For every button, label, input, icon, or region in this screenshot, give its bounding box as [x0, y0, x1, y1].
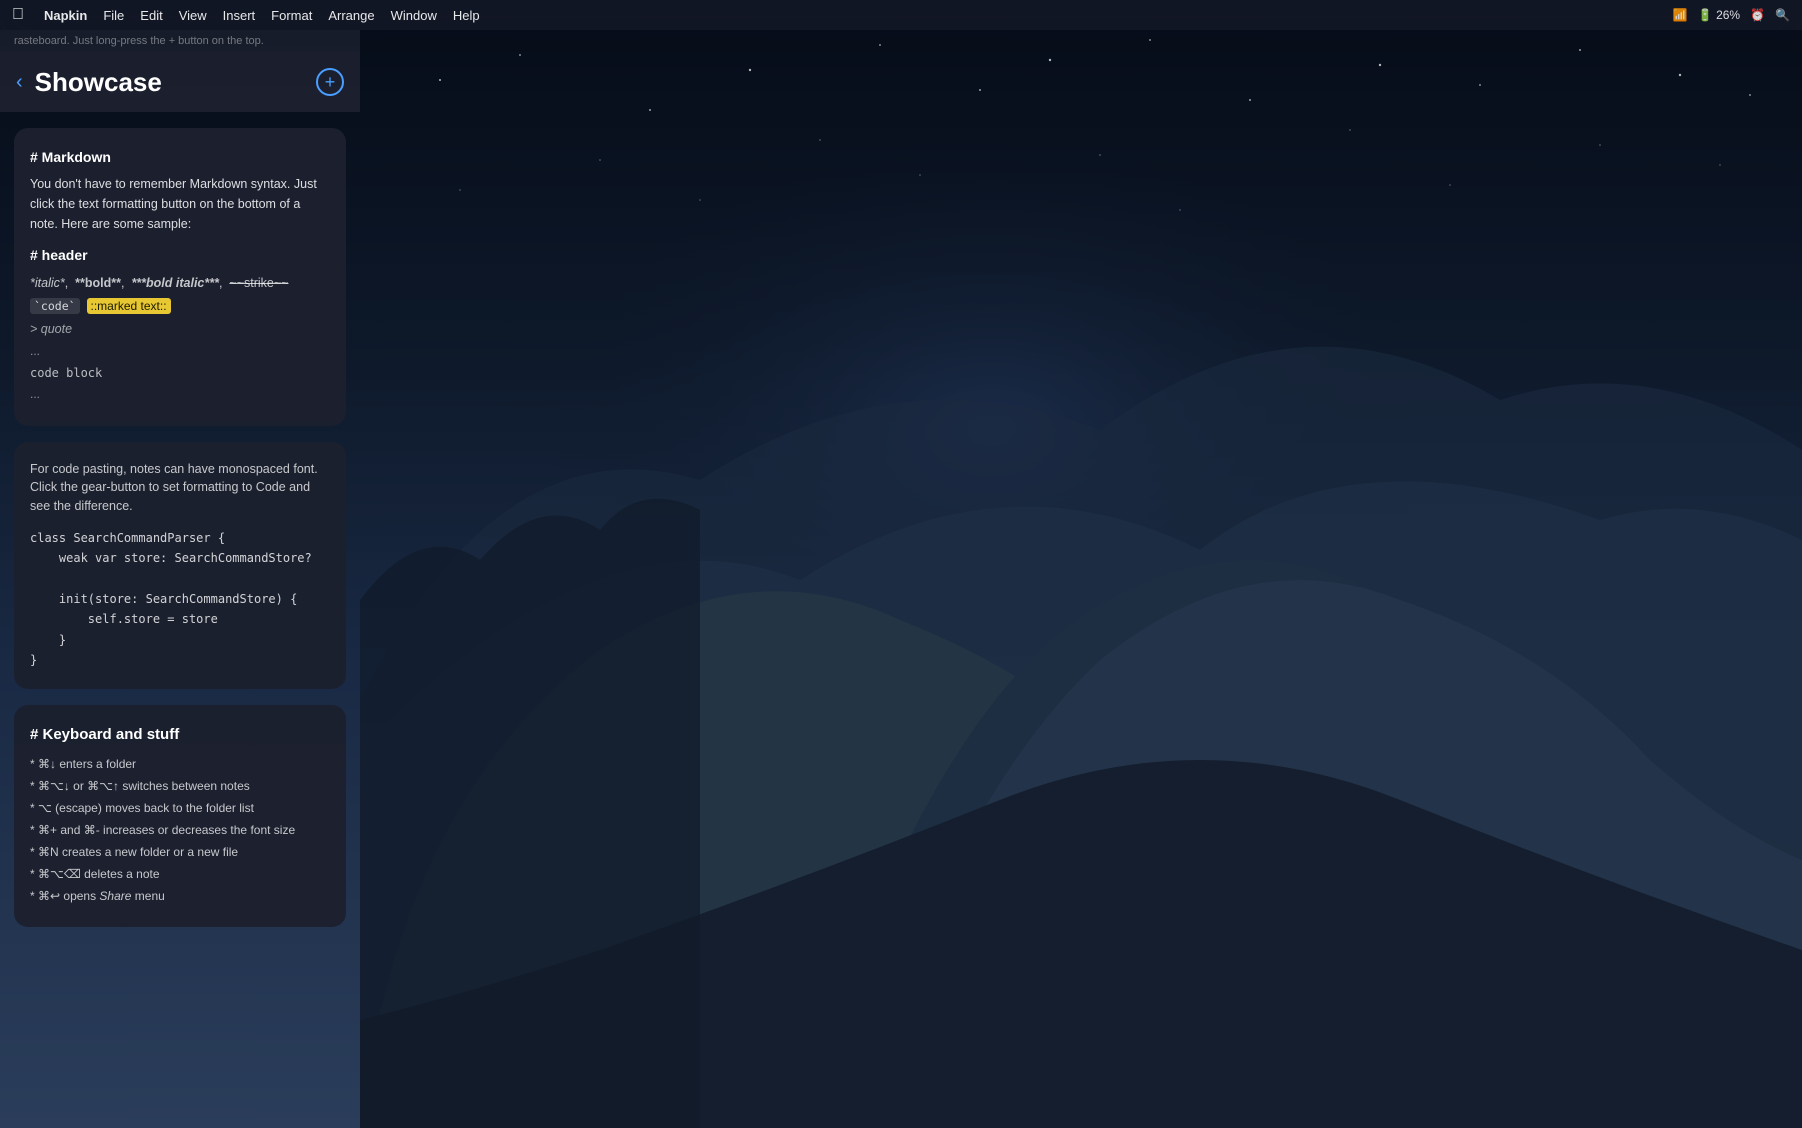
kbd-item-5: * ⌘N creates a new folder or a new file [30, 843, 330, 861]
code-desc: For code pasting, notes can have monospa… [30, 460, 330, 516]
code-line-3 [30, 569, 330, 589]
showcase-title: Showcase [35, 67, 304, 98]
keyboard-heading: # Keyboard and stuff [30, 723, 330, 747]
menubar-right: 📶 🔋 26% ⏰ 🔍 [1673, 8, 1790, 22]
bold-sample: **bold** [75, 276, 121, 290]
kbd-item-4: * ⌘+ and ⌘- increases or decreases the f… [30, 821, 330, 839]
menubar-search[interactable]: 🔍 [1775, 8, 1790, 22]
kbd-item-1: * ⌘↓ enters a folder [30, 755, 330, 773]
code-line-1: class SearchCommandParser { [30, 528, 330, 548]
bold-italic-sample: ***bold italic*** [131, 276, 219, 290]
dots-sample-2: ... [30, 385, 330, 404]
menubar-arrange[interactable]: Arrange [328, 8, 374, 23]
dots-sample-1: ... [30, 342, 330, 361]
code-desc-line2: Click the gear-button to set formatting … [30, 480, 310, 494]
keyboard-note[interactable]: # Keyboard and stuff * ⌘↓ enters a folde… [14, 705, 346, 927]
menubar-insert[interactable]: Insert [223, 8, 256, 23]
code-marked-line: `code` ::marked text:: [30, 296, 330, 316]
menubar-left:  Napkin File Edit View Insert Format Ar… [12, 6, 480, 24]
markdown-section: # header *italic*, **bold**, ***bold ita… [30, 244, 330, 404]
back-button[interactable]: ‹ [16, 71, 23, 94]
menubar:  Napkin File Edit View Insert Format Ar… [0, 0, 1802, 30]
add-button[interactable]: + [316, 68, 344, 96]
strike-sample: ~~strike~~ [229, 276, 288, 290]
marked-text-sample: ::marked text:: [87, 298, 171, 314]
code-inline-sample: `code` [30, 298, 80, 314]
header-bar: ‹ Showcase + [0, 52, 360, 112]
menubar-view[interactable]: View [179, 8, 207, 23]
menubar-edit[interactable]: Edit [140, 8, 162, 23]
code-line-4: init(store: SearchCommandStore) { [30, 589, 330, 609]
napkin-panel: rasteboard. Just long-press the + button… [0, 30, 360, 1128]
menubar-wifi: 📶 [1673, 8, 1688, 22]
code-desc-line3: see the difference. [30, 499, 133, 513]
menubar-file[interactable]: File [103, 8, 124, 23]
kbd-item-3: * ⌥ (escape) moves back to the folder li… [30, 799, 330, 817]
markdown-heading: # Markdown [30, 146, 330, 168]
code-desc-line1: For code pasting, notes can have monospa… [30, 462, 318, 476]
markdown-inline-line: *italic*, **bold**, ***bold italic***, ~… [30, 273, 330, 293]
kbd-item-2: * ⌘⌥↓ or ⌘⌥↑ switches between notes [30, 777, 330, 795]
apple-menu[interactable]:  [12, 6, 24, 24]
code-line-5: self.store = store [30, 609, 330, 629]
menubar-time: ⏰ [1750, 8, 1765, 22]
code-line-2: weak var store: SearchCommandStore? [30, 548, 330, 568]
menubar-help[interactable]: Help [453, 8, 480, 23]
italic-sample: *italic* [30, 276, 65, 290]
menubar-napkin[interactable]: Napkin [44, 8, 87, 23]
top-hint: rasteboard. Just long-press the + button… [0, 30, 360, 52]
markdown-note[interactable]: # Markdown You don't have to remember Ma… [14, 128, 346, 426]
markdown-header-sample: # header [30, 244, 330, 266]
menubar-battery: 🔋 26% [1698, 8, 1740, 22]
code-note[interactable]: For code pasting, notes can have monospa… [14, 442, 346, 689]
scroll-area[interactable]: # Markdown You don't have to remember Ma… [0, 112, 360, 1128]
quote-sample: > quote [30, 319, 330, 339]
code-block: class SearchCommandParser { weak var sto… [30, 528, 330, 671]
menubar-format[interactable]: Format [271, 8, 312, 23]
kbd-item-7: * ⌘↩ opens Share menu [30, 887, 330, 905]
code-line-6: } [30, 630, 330, 650]
code-line-7: } [30, 650, 330, 670]
markdown-body: You don't have to remember Markdown synt… [30, 174, 330, 234]
codeblock-sample: code block [30, 364, 330, 383]
menubar-window[interactable]: Window [391, 8, 437, 23]
keyboard-list: * ⌘↓ enters a folder * ⌘⌥↓ or ⌘⌥↑ switch… [30, 755, 330, 905]
kbd-item-6: * ⌘⌥⌫ deletes a note [30, 865, 330, 883]
